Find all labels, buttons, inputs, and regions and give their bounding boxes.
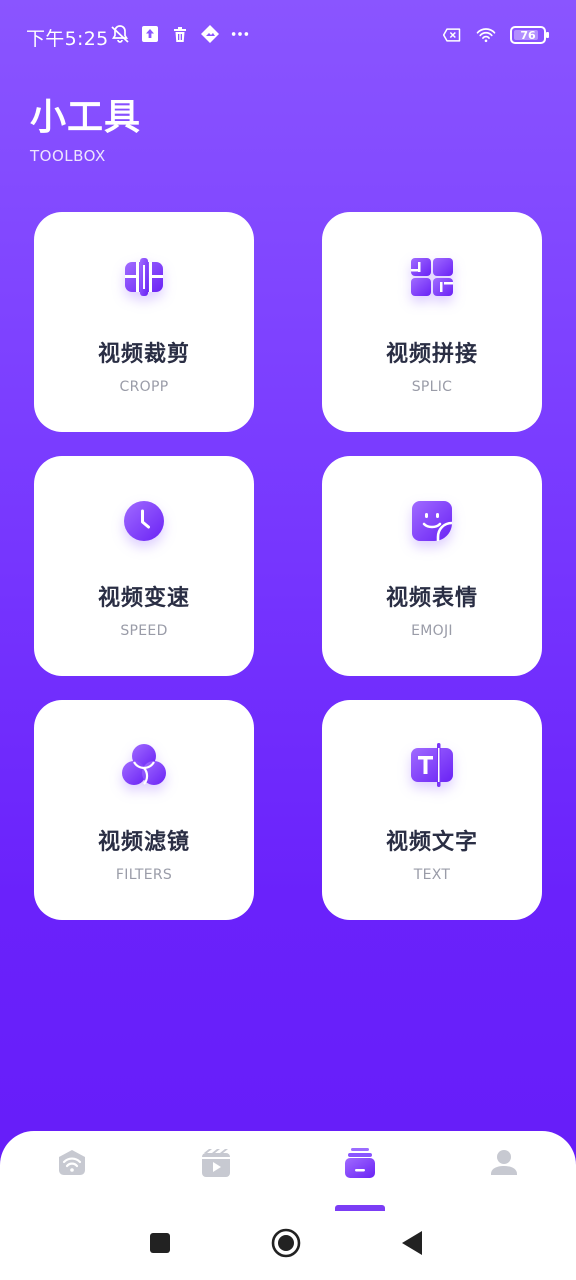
battery-indicator: 76 bbox=[510, 26, 549, 44]
tool-subtitle: TEXT bbox=[413, 867, 451, 883]
toolbox-icon bbox=[343, 1146, 377, 1184]
nav-home[interactable] bbox=[52, 1145, 92, 1185]
tool-subtitle: EMOJI bbox=[411, 623, 453, 639]
battery-level: 76 bbox=[520, 28, 536, 42]
tool-subtitle: CROPP bbox=[119, 379, 169, 395]
circle-home-icon bbox=[271, 1228, 301, 1262]
page-subtitle: TOOLBOX bbox=[30, 147, 106, 165]
clock-icon bbox=[119, 496, 169, 546]
tool-card-speed[interactable]: 视频变速 SPEED bbox=[34, 456, 254, 676]
sim-x-icon bbox=[442, 25, 462, 45]
muted-bell-icon bbox=[110, 24, 130, 44]
tool-card-emoji[interactable]: 视频表情 EMOJI bbox=[322, 456, 542, 676]
tool-title: 视频拼接 bbox=[385, 342, 478, 367]
nav-profile[interactable] bbox=[484, 1145, 524, 1185]
recents-button[interactable] bbox=[144, 1229, 176, 1261]
sticker-face-icon bbox=[407, 496, 457, 546]
tool-subtitle: SPLIC bbox=[411, 379, 453, 395]
upload-icon bbox=[140, 24, 160, 44]
tool-card-text[interactable]: 视频文字 TEXT bbox=[322, 700, 542, 920]
status-bar: 下午5:25 76 bbox=[0, 0, 576, 72]
more-dots-icon bbox=[230, 24, 250, 44]
status-time: 下午5:25 bbox=[26, 28, 109, 50]
tool-card-crop[interactable]: 视频裁剪 CROPP bbox=[34, 212, 254, 432]
bottom-nav bbox=[0, 1131, 576, 1211]
wifi-icon bbox=[476, 25, 496, 45]
status-right-icons: 76 bbox=[442, 25, 549, 45]
tool-grid: 视频裁剪 CROPP 视频拼接 SPLIC 视频变速 SPEED 视频表情 EM… bbox=[34, 212, 542, 920]
profile-icon bbox=[488, 1147, 520, 1183]
image-icon bbox=[200, 24, 220, 44]
splice-icon bbox=[407, 252, 457, 302]
tool-card-splice[interactable]: 视频拼接 SPLIC bbox=[322, 212, 542, 432]
status-left-icons bbox=[110, 24, 250, 44]
filters-icon bbox=[119, 740, 169, 790]
triangle-back-icon bbox=[400, 1230, 424, 1260]
tool-subtitle: FILTERS bbox=[115, 867, 173, 883]
system-nav-bar bbox=[0, 1211, 576, 1280]
crop-icon bbox=[119, 252, 169, 302]
tool-title: 视频文字 bbox=[385, 830, 478, 855]
tool-title: 视频滤镜 bbox=[97, 830, 190, 855]
nav-toolbox[interactable] bbox=[340, 1145, 380, 1185]
tool-title: 视频表情 bbox=[385, 586, 478, 611]
nav-video[interactable] bbox=[196, 1145, 236, 1185]
tool-title: 视频变速 bbox=[97, 586, 190, 611]
back-button[interactable] bbox=[396, 1229, 428, 1261]
home-button[interactable] bbox=[270, 1228, 302, 1262]
text-icon bbox=[407, 740, 457, 790]
square-icon bbox=[149, 1232, 171, 1258]
tool-subtitle: SPEED bbox=[120, 623, 168, 639]
trash-icon bbox=[170, 24, 190, 44]
page-title: 小工具 bbox=[30, 97, 142, 138]
video-clapper-icon bbox=[200, 1147, 232, 1183]
tool-card-filters[interactable]: 视频滤镜 FILTERS bbox=[34, 700, 254, 920]
tool-title: 视频裁剪 bbox=[97, 342, 190, 367]
wifi-home-icon bbox=[56, 1147, 88, 1183]
